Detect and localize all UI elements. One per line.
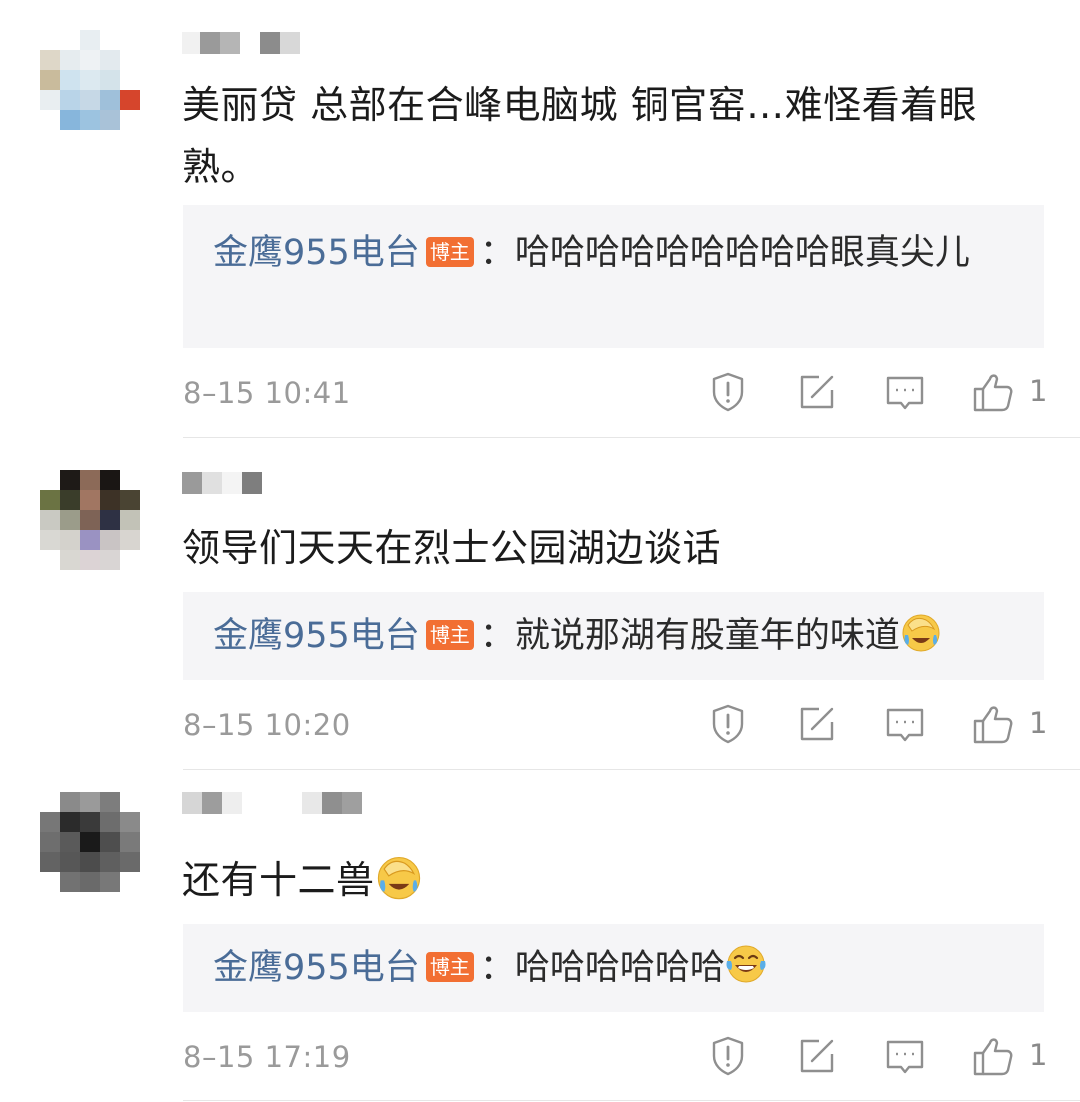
crying-laughing-emoji — [377, 857, 420, 900]
comment-icon[interactable] — [883, 1034, 927, 1078]
divider — [183, 1100, 1080, 1101]
comment-text: 领导们天天在烈士公园湖边谈话 — [182, 526, 722, 570]
comment-icon[interactable] — [883, 370, 927, 414]
reply-author-link[interactable]: 金鹰955电台 — [213, 233, 420, 273]
share-icon[interactable] — [795, 370, 839, 414]
username-redacted[interactable] — [182, 472, 262, 494]
avatar[interactable] — [40, 792, 140, 892]
username-redacted[interactable] — [182, 32, 300, 54]
avatar[interactable] — [40, 30, 140, 130]
share-icon[interactable] — [795, 702, 839, 746]
author-badge: 博主 — [425, 952, 474, 982]
reply-text-line: 金鹰955电台 博主 ：哈哈哈哈哈哈哈哈哈眼真尖儿 — [213, 223, 1016, 283]
comment-meta: 8–15 17:19 1 — [183, 1032, 1053, 1082]
reply-text-line: 金鹰955电台 博主 ：就说那湖有股童年的味道 — [213, 606, 1016, 666]
reply-text: 就说那湖有股童年的味道 — [514, 616, 900, 656]
reply-separator: ： — [479, 948, 515, 988]
comment-text: 美丽贷 总部在合峰电脑城 铜官窑…难怪看着眼熟。 — [182, 83, 978, 189]
reply-author-link[interactable]: 金鹰955电台 — [213, 948, 420, 988]
comment-time: 8–15 10:20 — [183, 708, 351, 742]
reply-separator: ： — [479, 616, 515, 656]
author-reply[interactable]: 金鹰955电台 博主 ：就说那湖有股童年的味道 — [183, 592, 1044, 680]
like-count: 1 — [1029, 1038, 1048, 1072]
crying-laughing-emoji — [902, 614, 940, 652]
report-icon[interactable] — [706, 370, 750, 414]
comment-meta: 8–15 10:41 1 — [183, 368, 1053, 418]
report-icon[interactable] — [706, 1034, 750, 1078]
like-icon[interactable] — [971, 702, 1015, 746]
share-icon[interactable] — [795, 1034, 839, 1078]
like-count: 1 — [1029, 706, 1048, 740]
tears-of-joy-emoji — [726, 945, 766, 983]
comment-time: 8–15 10:41 — [183, 376, 351, 410]
author-badge: 博主 — [425, 237, 474, 267]
divider — [183, 437, 1080, 438]
reply-separator: ： — [479, 233, 515, 273]
like-count: 1 — [1029, 374, 1048, 408]
author-reply[interactable]: 金鹰955电台 博主 ：哈哈哈哈哈哈 — [183, 924, 1044, 1012]
reply-author-link[interactable]: 金鹰955电台 — [213, 616, 420, 656]
report-icon[interactable] — [706, 702, 750, 746]
comment-time: 8–15 17:19 — [183, 1040, 351, 1074]
author-badge: 博主 — [425, 620, 474, 650]
like-icon[interactable] — [971, 1034, 1015, 1078]
reply-text: 哈哈哈哈哈哈哈哈哈眼真尖儿 — [514, 233, 970, 273]
comment-text-body: 还有十二兽 — [182, 858, 375, 902]
like-icon[interactable] — [971, 370, 1015, 414]
comment-text: 还有十二兽 — [182, 849, 1012, 911]
author-reply[interactable]: 金鹰955电台 博主 ：哈哈哈哈哈哈哈哈哈眼真尖儿 — [183, 205, 1044, 348]
username-redacted[interactable] — [182, 792, 362, 814]
comment-icon[interactable] — [883, 702, 927, 746]
reply-text-line: 金鹰955电台 博主 ：哈哈哈哈哈哈 — [213, 938, 1016, 998]
comment-meta: 8–15 10:20 1 — [183, 700, 1053, 750]
reply-text: 哈哈哈哈哈哈 — [514, 948, 725, 988]
avatar[interactable] — [40, 470, 140, 570]
divider — [183, 769, 1080, 770]
